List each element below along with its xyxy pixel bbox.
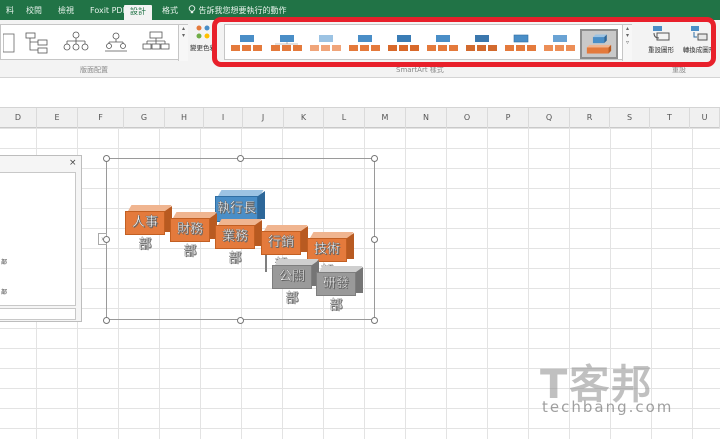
column-header[interactable]: U	[690, 108, 720, 128]
styles-gallery-scroll[interactable]: ▴ ▾ ▿	[622, 25, 632, 61]
column-header[interactable]: G	[124, 108, 165, 128]
style-thumb-2[interactable]	[268, 29, 306, 59]
style-thumb-1[interactable]	[228, 29, 266, 59]
org-node-dept[interactable]: 行銷部	[261, 225, 308, 272]
layout-thumb-4[interactable]	[101, 31, 131, 55]
column-header[interactable]: F	[78, 108, 124, 128]
lightbulb-icon	[188, 5, 196, 14]
resize-handle[interactable]	[103, 236, 110, 243]
tell-me-search[interactable]: 告訴我您想要執行的動作	[188, 4, 287, 18]
org-node-ceo[interactable]: 執行長	[215, 190, 265, 222]
resize-handle[interactable]	[103, 317, 110, 324]
column-header[interactable]: O	[447, 108, 488, 128]
column-header[interactable]: E	[37, 108, 78, 128]
style-thumb-6[interactable]	[424, 29, 462, 59]
resize-handle[interactable]	[371, 236, 378, 243]
reset-graphic-icon	[653, 26, 670, 41]
column-header[interactable]: I	[204, 108, 243, 128]
style-thumb-7[interactable]	[463, 29, 501, 59]
tab-design[interactable]: 設計	[124, 5, 152, 20]
layout-thumb-3[interactable]	[61, 31, 91, 55]
column-header[interactable]: T	[650, 108, 690, 128]
convert-shapes-label: 轉換成圖形	[682, 46, 716, 54]
tab-data[interactable]: 料	[0, 4, 20, 20]
org-node-label: 研發部	[316, 272, 356, 313]
text-pane-editor[interactable]: 部 部	[0, 172, 76, 306]
column-header[interactable]: N	[406, 108, 447, 128]
org-node-sub[interactable]: 公關部	[272, 259, 319, 306]
reset-graphic-label: 重設圖形	[648, 46, 674, 54]
convert-to-shapes-button[interactable]: 轉換成圖形	[680, 24, 718, 54]
resize-handle[interactable]	[371, 155, 378, 162]
column-header[interactable]: M	[365, 108, 406, 128]
style-thumb-9[interactable]	[541, 29, 579, 59]
resize-handle[interactable]	[371, 317, 378, 324]
formula-area	[0, 79, 720, 108]
column-header[interactable]: K	[284, 108, 324, 128]
org-node-dept[interactable]: 人事部	[125, 205, 172, 252]
color-palette-icon	[196, 25, 210, 39]
resize-handle[interactable]	[237, 317, 244, 324]
layout-thumb-2[interactable]	[23, 31, 53, 55]
column-header[interactable]: Q	[529, 108, 570, 128]
column-headers: D E F G H I J K L M N O P Q R S T U	[0, 108, 720, 128]
text-pane-line: 部	[1, 289, 8, 296]
org-node-label: 業務部	[215, 225, 255, 266]
change-colors-label: 變更色彩	[190, 44, 216, 52]
org-node-label: 財務部	[170, 218, 210, 259]
tab-format[interactable]: 格式	[156, 4, 184, 20]
column-header[interactable]: P	[488, 108, 529, 128]
tell-me-label: 告訴我您想要執行的動作	[198, 6, 287, 15]
styles-group-label: SmartArt 樣式	[396, 66, 444, 74]
column-header[interactable]: J	[243, 108, 284, 128]
ribbon: ▴ ▾ 版面配置 變更色彩 ▴ ▾ ▿ SmartArt 樣式 重設圖形 轉換成…	[0, 20, 720, 78]
ribbon-tab-strip: 料 校閱 檢視 Foxit PDF 設計 格式 告訴我您想要執行的動作	[0, 0, 720, 20]
layouts-gallery-scroll[interactable]: ▴ ▾	[178, 25, 188, 61]
smartart-text-pane: × 部 部	[0, 155, 82, 322]
column-header[interactable]: L	[324, 108, 365, 128]
excel-window: 料 校閱 檢視 Foxit PDF 設計 格式 告訴我您想要執行的動作 ▴ ▾ 版…	[0, 0, 720, 439]
style-thumb-5[interactable]	[385, 29, 423, 59]
org-node-label: 行銷部	[261, 231, 301, 272]
reset-graphic-button[interactable]: 重設圖形	[642, 24, 680, 54]
column-header[interactable]: R	[570, 108, 610, 128]
text-pane-footer	[0, 308, 76, 320]
column-header[interactable]: D	[0, 108, 37, 128]
org-node-dept[interactable]: 業務部	[215, 219, 262, 266]
close-icon[interactable]: ×	[69, 158, 77, 168]
tab-review[interactable]: 校閱	[20, 4, 48, 20]
watermark-url: techbang.com	[542, 398, 674, 416]
layouts-group-label: 版面配置	[80, 66, 108, 74]
column-header[interactable]: H	[165, 108, 204, 128]
org-node-label: 公關部	[272, 265, 312, 306]
layouts-gallery: ▴ ▾	[0, 24, 188, 61]
layout-thumb-5[interactable]	[141, 31, 171, 55]
resize-handle[interactable]	[103, 155, 110, 162]
tab-view[interactable]: 檢視	[52, 4, 80, 20]
resize-handle[interactable]	[237, 155, 244, 162]
convert-shapes-icon	[691, 26, 708, 41]
style-thumb-3d-selected[interactable]	[580, 29, 618, 59]
smartart-styles-gallery: ▴ ▾ ▿	[224, 24, 632, 61]
style-thumb-3[interactable]	[307, 29, 345, 59]
text-pane-line: 部	[1, 259, 8, 266]
column-header[interactable]: S	[610, 108, 650, 128]
style-thumb-4[interactable]	[346, 29, 384, 59]
change-colors-button[interactable]: 變更色彩	[190, 24, 216, 52]
reset-group-label: 重設	[672, 66, 686, 74]
style-thumb-8[interactable]	[502, 29, 540, 59]
org-node-label: 人事部	[125, 211, 165, 252]
org-node-sub[interactable]: 研發部	[316, 266, 363, 313]
org-node-dept[interactable]: 財務部	[170, 212, 217, 259]
org-node-dept[interactable]: 技術部	[307, 232, 354, 279]
